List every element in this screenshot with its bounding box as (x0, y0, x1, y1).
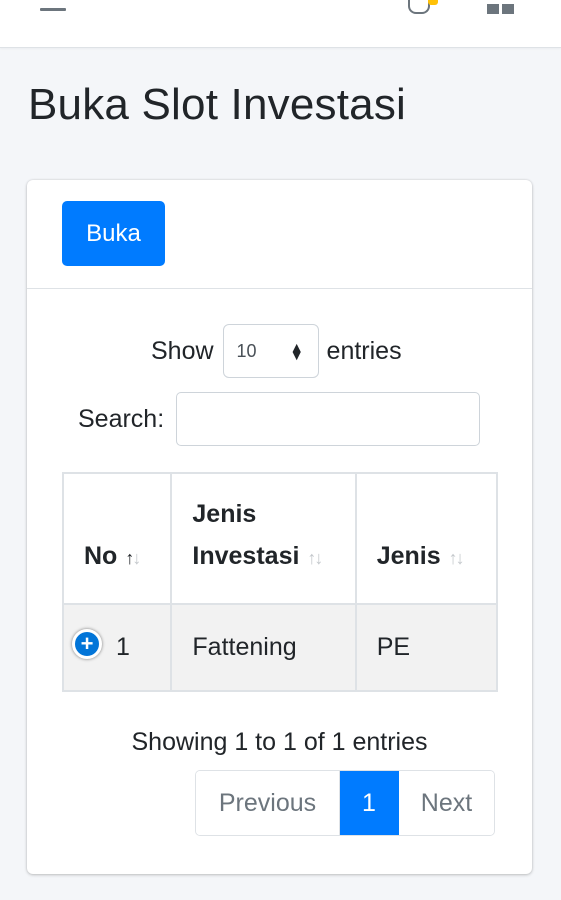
column-header-label: Jenis (376, 542, 441, 570)
page-title: Buka Slot Investasi (28, 80, 406, 129)
card-header: Buka (27, 180, 532, 289)
buka-button[interactable]: Buka (62, 201, 165, 266)
sort-icon: ↑↓ (307, 548, 323, 568)
notification-badge (428, 0, 438, 5)
cell-no: + 1 (61, 603, 173, 692)
entries-select-value: 10 (236, 340, 257, 361)
column-header-label: No (84, 542, 118, 570)
hamburger-menu-icon[interactable] (40, 4, 66, 12)
select-arrows-icon: ▲ ▼ (289, 339, 304, 363)
entries-label: entries (326, 336, 402, 365)
sort-asc-icon: ↑↓ (125, 548, 141, 568)
cell-jenis: PE (354, 603, 499, 692)
top-navbar (0, 0, 561, 48)
search-control: Search: (78, 392, 481, 446)
column-header-label: Jenis Investasi (192, 500, 300, 570)
search-input[interactable] (176, 392, 481, 446)
next-page-button[interactable]: Next (399, 771, 494, 835)
page-1-button[interactable]: 1 (340, 771, 399, 835)
grid-icon[interactable] (487, 2, 517, 14)
column-header-jenis-investasi[interactable]: Jenis Investasi ↑↓ (170, 472, 357, 605)
bell-icon[interactable] (408, 0, 438, 16)
entries-select[interactable]: 10 ▲ ▼ (222, 324, 319, 378)
investment-table: No ↑↓ Jenis Investasi ↑↓ Jenis ↑↓ + 1 Fatte… (61, 472, 499, 692)
column-header-jenis[interactable]: Jenis ↑↓ (354, 472, 499, 605)
entries-length-control: Show 10 ▲ ▼ entries (151, 324, 402, 378)
table-row: + 1 Fattening PE (61, 603, 499, 692)
previous-page-button[interactable]: Previous (196, 771, 340, 835)
pagination: Previous 1 Next (195, 770, 495, 836)
expand-row-icon[interactable]: + (72, 629, 102, 659)
search-label: Search: (78, 404, 165, 433)
column-header-no[interactable]: No ↑↓ (61, 472, 173, 605)
cell-jenis-investasi: Fattening (170, 603, 357, 692)
sort-icon: ↑↓ (448, 548, 465, 568)
table-info: Showing 1 to 1 of 1 entries (131, 728, 428, 756)
table-header-row: No ↑↓ Jenis Investasi ↑↓ Jenis ↑↓ (61, 472, 499, 605)
content-card: Buka Show 10 ▲ ▼ entries Search: No ↑↓ Jen… (27, 180, 532, 874)
show-label: Show (151, 336, 214, 365)
cell-no-value: 1 (116, 633, 130, 661)
